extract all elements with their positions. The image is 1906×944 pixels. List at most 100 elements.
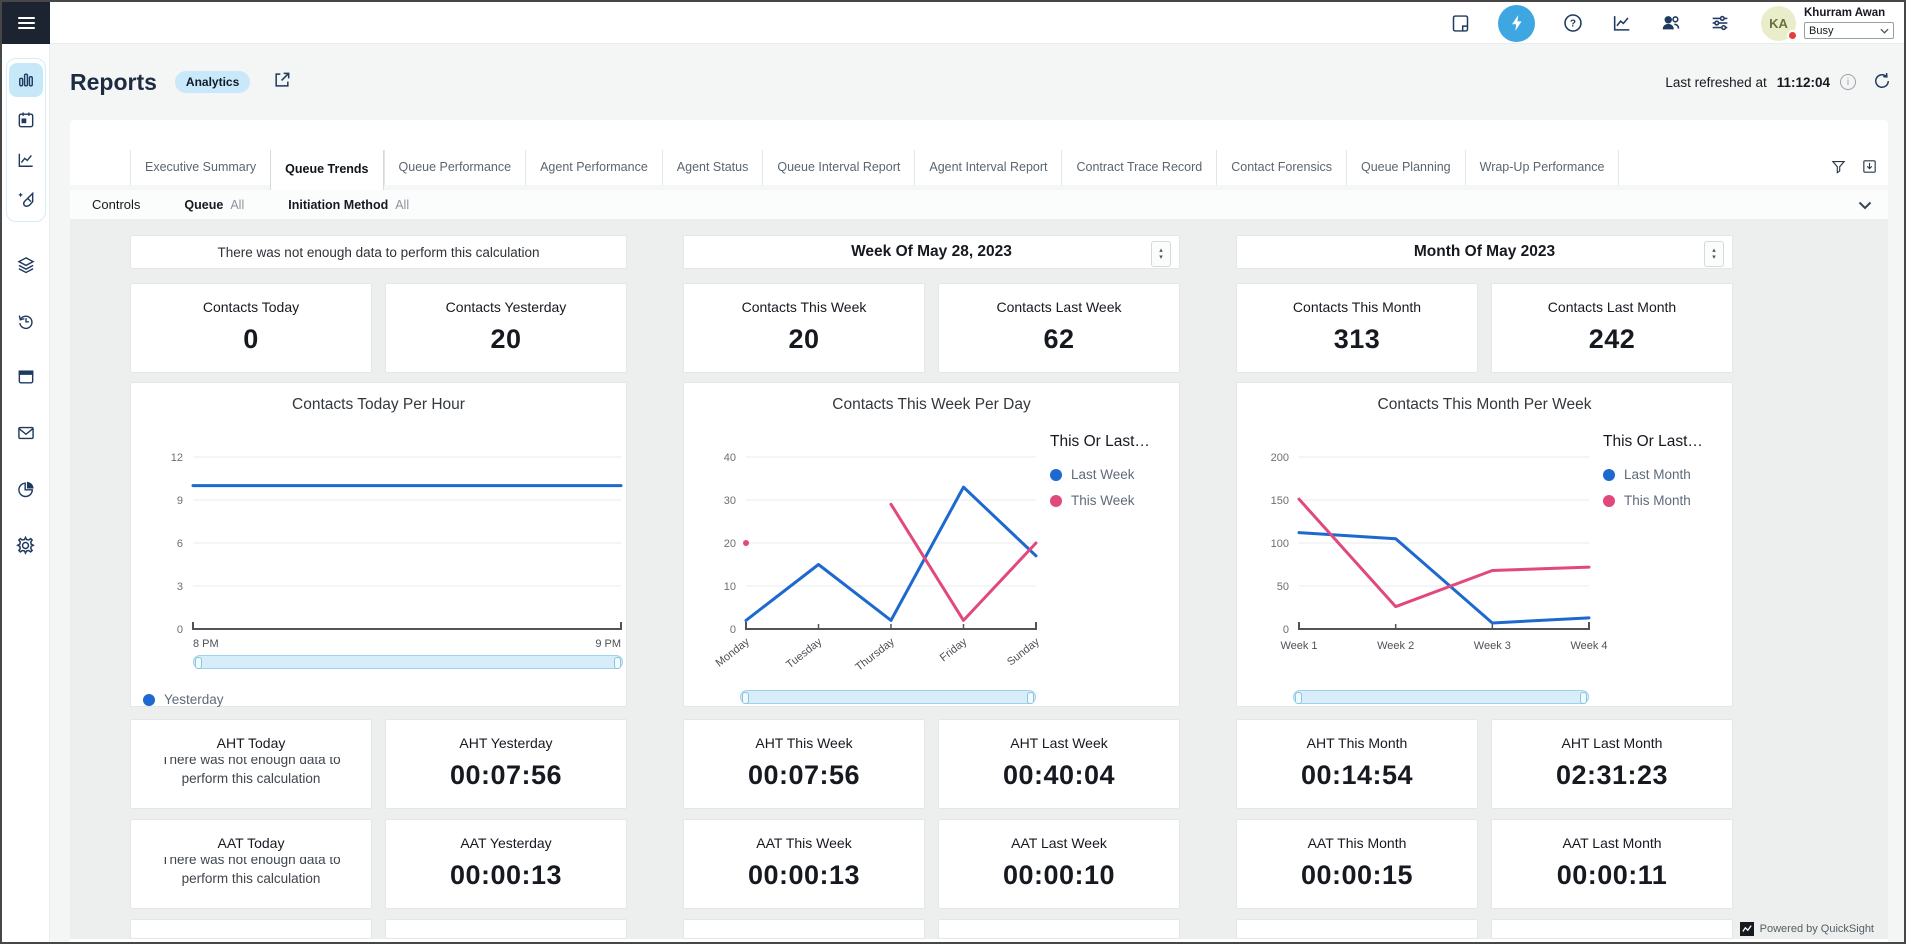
svg-text:3: 3 [177,581,183,593]
chart-x-scrollbar[interactable] [193,655,623,669]
legend-dot-icon [1050,495,1062,507]
refresh-icon [1872,71,1892,91]
kpi-aht-last-week: AHT Last Week 00:40:04 [938,719,1180,809]
tab-queue-interval-report[interactable]: Queue Interval Report [762,150,914,185]
panel-toolbar [1830,158,1878,175]
column-week: Week Of May 28, 2023 ▴ ▾ Contacts This W… [683,235,1180,939]
svg-text:Monday: Monday [714,636,753,670]
export-icon[interactable] [1861,158,1878,175]
tab-contact-forensics[interactable]: Contact Forensics [1216,150,1346,185]
sidebar-item-schedule[interactable] [9,103,43,137]
svg-text:?: ? [1570,19,1576,30]
quicksight-logo-icon [1740,922,1754,936]
history-icon [16,311,36,331]
avatar[interactable]: KA [1761,6,1796,41]
user-name: Khurram Awan [1804,7,1894,19]
chart-contacts-this-month-per-week: Contacts This Month Per Week 05010015020… [1236,382,1733,707]
info-icon[interactable]: i [1840,74,1856,90]
tab-agent-performance[interactable]: Agent Performance [525,150,662,185]
svg-text:Sunday: Sunday [1005,636,1042,669]
bar-chart-icon [16,70,36,90]
kpi-row: Contacts This Month 313 Contacts Last Mo… [1236,283,1733,373]
kpi-aat-last-month: AAT Last Month 00:00:11 [1491,819,1733,909]
sidebar-item-reporting[interactable] [9,472,43,506]
tab-contract-trace-record[interactable]: Contract Trace Record [1061,150,1216,185]
svg-text:10: 10 [724,581,736,593]
layers-icon [16,255,36,275]
notes-icon[interactable] [1449,12,1471,34]
status-select[interactable]: Busy [1804,22,1894,39]
legend-item[interactable]: Last Month [1603,467,1703,482]
realtime-app-icon[interactable] [1498,5,1535,42]
tab-executive-summary[interactable]: Executive Summary [130,150,270,185]
legend-item[interactable]: This Week [1050,493,1150,508]
chart-contacts-this-week-per-day: Contacts This Week Per Day 010203040Mond… [683,382,1180,707]
open-in-new-window-button[interactable] [272,70,292,95]
tab-wrap-up-performance[interactable]: Wrap-Up Performance [1465,150,1620,185]
month-stepper[interactable]: ▴ ▾ [1704,241,1724,267]
no-data-header: There was not enough data to perform thi… [218,245,540,260]
queue-filter[interactable]: Queue All [184,198,244,212]
svg-text:9 PM: 9 PM [595,638,621,650]
directory-icon[interactable] [1660,12,1682,34]
sidebar-item-reports[interactable] [9,63,43,97]
sidebar-item-flows[interactable] [9,248,43,282]
refresh-area: Last refreshed at 11:12:04 i [1665,71,1892,94]
svg-text:30: 30 [724,495,736,507]
svg-text:40: 40 [724,452,736,464]
tab-agent-status[interactable]: Agent Status [662,150,763,185]
legend-item[interactable]: This Month [1603,493,1703,508]
report-tabs: Executive Summary Queue Trends Queue Per… [70,150,1888,190]
week-stepper[interactable]: ▴ ▾ [1151,241,1171,267]
sidebar-item-history[interactable] [9,304,43,338]
metrics-icon[interactable] [1611,12,1633,34]
legend-item[interactable]: Last Week [1050,467,1150,482]
chart-x-scrollbar[interactable] [740,690,1036,704]
kpi-aht-yesterday: AHT Yesterday 00:07:56 [385,719,627,809]
legend-title: This Or Last… [1050,433,1150,451]
partial-row [1236,919,1733,939]
tab-agent-interval-report[interactable]: Agent Interval Report [914,150,1061,185]
svg-text:Week 2: Week 2 [1377,640,1414,652]
help-icon[interactable]: ? [1562,12,1584,34]
line-chart: 0369128 PM9 PM [131,383,628,724]
svg-text:150: 150 [1271,495,1289,507]
sidebar-item-themes[interactable] [9,183,43,217]
main-area: Reports Analytics Last refreshed at 11:1… [50,44,1904,942]
sidebar-item-mail[interactable] [9,416,43,450]
app-window: ? KA Khurram Awan Busy [0,0,1906,944]
svg-text:6: 6 [177,538,183,550]
sidebar-item-settings[interactable] [9,528,43,562]
refresh-button[interactable] [1872,71,1892,94]
filter-icon[interactable] [1830,158,1847,175]
tab-queue-performance[interactable]: Queue Performance [384,150,526,185]
hamburger-icon [18,14,35,32]
external-link-icon [272,70,292,90]
nav-menu-button[interactable] [2,2,50,44]
column-header-card: There was not enough data to perform thi… [130,235,627,269]
tab-queue-trends[interactable]: Queue Trends [270,150,383,190]
tab-queue-planning[interactable]: Queue Planning [1346,150,1465,185]
column-today: There was not enough data to perform thi… [130,235,627,939]
initiation-method-filter[interactable]: Initiation Method All [288,198,409,212]
legend-item[interactable]: Yesterday [143,692,224,707]
kpi-row: AHT This Week 00:07:56 AHT Last Week 00:… [683,719,1180,809]
settings-sliders-icon[interactable] [1709,12,1731,34]
collapse-controls-button[interactable] [1858,198,1872,213]
kpi-contacts-yesterday: Contacts Yesterday 20 [385,283,627,373]
left-sidebar [2,44,50,942]
dashboard: There was not enough data to perform thi… [70,220,1888,939]
kpi-aat-this-month: AAT This Month 00:00:15 [1236,819,1478,909]
sidebar-item-metrics[interactable] [9,143,43,177]
sidebar-item-workspace[interactable] [9,360,43,394]
chart-x-scrollbar[interactable] [1293,690,1589,704]
svg-text:Friday: Friday [938,636,970,665]
svg-text:50: 50 [1277,581,1289,593]
kpi-contacts-today: Contacts Today 0 [130,283,372,373]
powered-by-quicksight: Powered by QuickSight [1740,922,1874,936]
kpi-row: AHT Today There was not enough data to p… [130,719,627,809]
chart-legend: This Or Last…Last MonthThis Month [1603,433,1703,519]
chart-legend: Yesterday [143,692,224,707]
no-data-message: There was not enough data to perform thi… [141,757,362,788]
controls-bar: Controls Queue All Initiation Method All [70,190,1888,220]
